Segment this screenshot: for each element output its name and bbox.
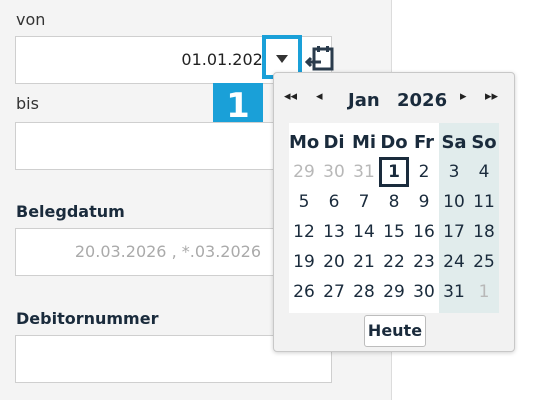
calendar-day[interactable]: 23 bbox=[409, 247, 439, 277]
calendar-day[interactable]: 14 bbox=[349, 217, 379, 247]
calendar-grid: Mo Di Mi Do Fr Sa So 29 30 31 1 2 3 4 5 6 7 8 9 10 11 12 13 14 1… bbox=[289, 123, 499, 313]
from-label: von bbox=[16, 10, 46, 29]
chevron-down-icon bbox=[276, 55, 288, 63]
calendar-day[interactable]: 28 bbox=[349, 277, 379, 307]
calendar-day[interactable]: 16 bbox=[409, 217, 439, 247]
calendar-day[interactable]: 29 bbox=[379, 277, 409, 307]
calendar-day[interactable]: 11 bbox=[469, 187, 499, 217]
belegdatum-placeholder: 20.03.2026 , *.03.2026 bbox=[74, 242, 261, 261]
calendar-day[interactable]: 25 bbox=[469, 247, 499, 277]
calendar-day[interactable]: 8 bbox=[379, 187, 409, 217]
calendar-day[interactable]: 10 bbox=[439, 187, 469, 217]
year-label[interactable]: 2026 bbox=[397, 90, 447, 111]
calendar-day[interactable]: 19 bbox=[289, 247, 319, 277]
calendar-day[interactable]: 31 bbox=[349, 157, 379, 187]
prev-month-button[interactable]: ◂ bbox=[316, 89, 323, 104]
month-label[interactable]: Jan bbox=[348, 90, 380, 111]
weekday-header: Sa bbox=[441, 132, 467, 153]
next-month-button[interactable]: ▸ bbox=[460, 89, 467, 104]
prev-year-button[interactable]: ◂◂ bbox=[284, 89, 297, 104]
today-button[interactable]: Heute bbox=[364, 315, 426, 347]
calendar-day[interactable]: 31 bbox=[439, 277, 469, 307]
calendar-day[interactable]: 24 bbox=[439, 247, 469, 277]
calendar-day[interactable]: 9 bbox=[409, 187, 439, 217]
calendar-day[interactable]: 1 bbox=[469, 277, 499, 307]
calendar-day[interactable]: 12 bbox=[289, 217, 319, 247]
weekday-header: Di bbox=[323, 132, 345, 153]
calendar-day[interactable]: 18 bbox=[469, 217, 499, 247]
calendar-day[interactable]: 15 bbox=[379, 217, 409, 247]
from-date-value: 01.01.2026 bbox=[181, 50, 273, 69]
calendar-day[interactable]: 6 bbox=[319, 187, 349, 217]
to-label: bis bbox=[16, 94, 39, 113]
calendar-day[interactable]: 2 bbox=[409, 157, 439, 187]
calendar-day[interactable]: 3 bbox=[439, 157, 469, 187]
debitor-label: Debitornummer bbox=[16, 309, 159, 328]
calendar-day[interactable]: 30 bbox=[409, 277, 439, 307]
calendar-day[interactable]: 17 bbox=[439, 217, 469, 247]
calendar-day[interactable]: 20 bbox=[319, 247, 349, 277]
calendar-day[interactable]: 22 bbox=[379, 247, 409, 277]
weekday-header: Fr bbox=[413, 132, 435, 153]
calendar-swap-icon[interactable] bbox=[304, 44, 339, 74]
calendar-day[interactable]: 30 bbox=[319, 157, 349, 187]
calendar-day[interactable]: 27 bbox=[319, 277, 349, 307]
weekday-header: Do bbox=[380, 132, 408, 153]
calendar-day[interactable]: 7 bbox=[349, 187, 379, 217]
calendar-day[interactable]: 13 bbox=[319, 217, 349, 247]
calendar-day[interactable]: 4 bbox=[469, 157, 499, 187]
calendar-day[interactable]: 29 bbox=[289, 157, 319, 187]
calendar-day[interactable]: 26 bbox=[289, 277, 319, 307]
weekday-header: Mo bbox=[289, 132, 320, 153]
next-year-button[interactable]: ▸▸ bbox=[485, 89, 498, 104]
calendar-day[interactable]: 5 bbox=[289, 187, 319, 217]
belegdatum-label: Belegdatum bbox=[16, 202, 125, 221]
weekday-header: So bbox=[471, 132, 497, 153]
weekday-header: Mi bbox=[351, 132, 377, 153]
calendar-day[interactable]: 21 bbox=[349, 247, 379, 277]
calendar-day-selected[interactable]: 1 bbox=[379, 157, 409, 187]
datepicker-popup: ◂◂ ◂ Jan 2026 ▸ ▸▸ Mo Di Mi Do Fr Sa So 29 30 31 1… bbox=[273, 72, 515, 352]
